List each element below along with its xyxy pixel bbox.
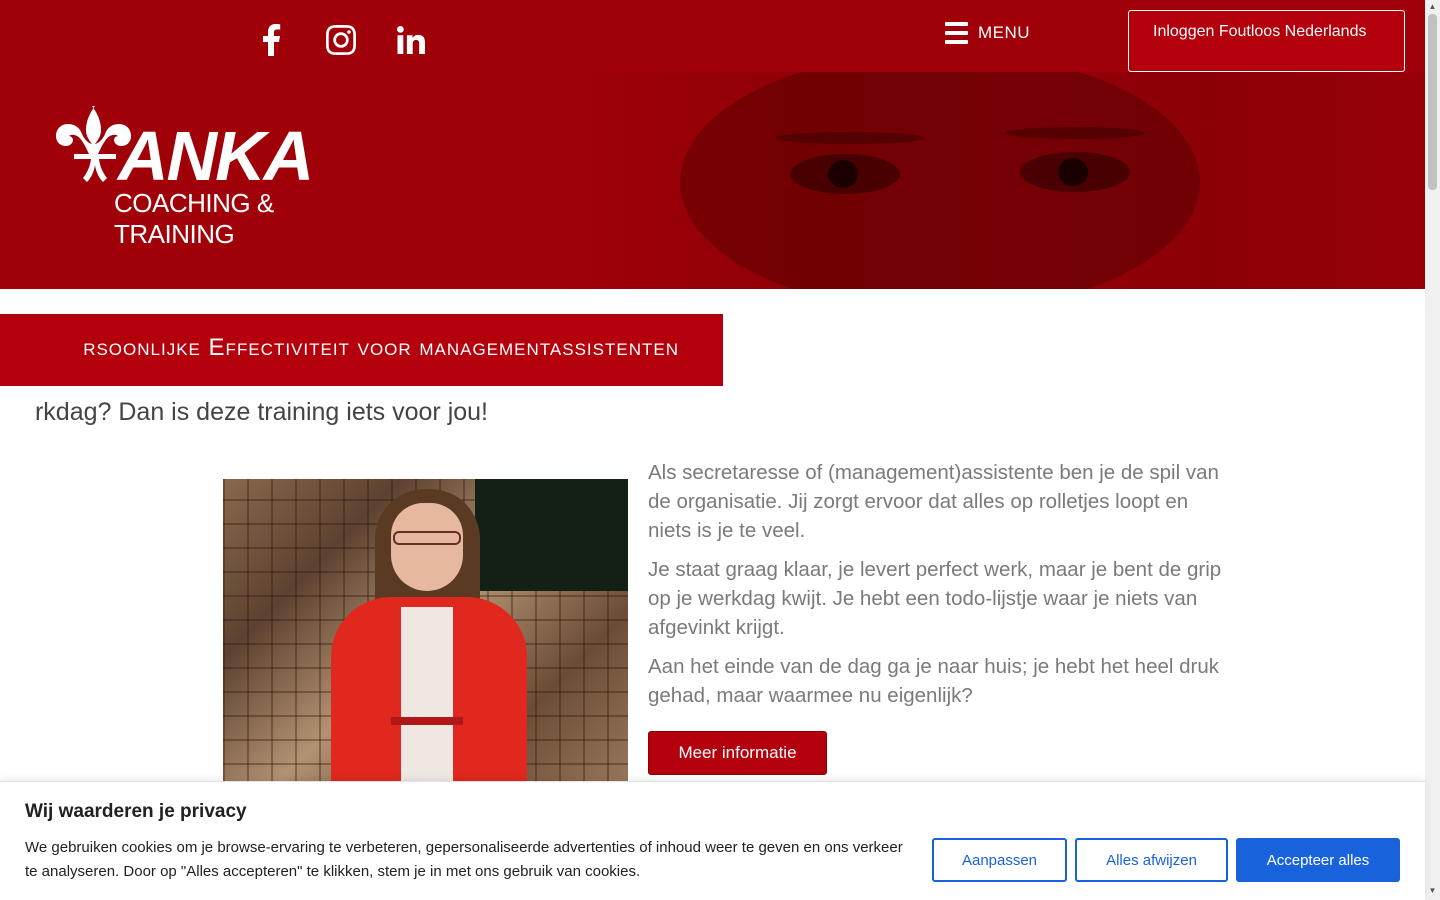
scroll-thumb[interactable] — [1428, 14, 1437, 190]
person-belt — [391, 717, 463, 725]
intro-paragraph: Aan het einde van de dag ga je naar huis… — [648, 655, 1220, 707]
site-logo[interactable]: ANKA COACHING & TRAINING — [56, 104, 396, 249]
menu-button[interactable]: MENU — [945, 22, 1030, 44]
logo-wordmark: ANKA — [118, 117, 314, 195]
person-glasses — [393, 531, 461, 545]
cookie-customize-button[interactable]: Aanpassen — [932, 838, 1067, 882]
intro-paragraph: Als secretaresse of (management)assisten… — [648, 461, 1219, 542]
trainer-photo — [223, 479, 628, 789]
more-info-button[interactable]: Meer informatie — [648, 731, 827, 775]
page-title-banner: rsoonlijke Effectiviteit voor management… — [0, 314, 723, 386]
cookie-title: Wij waarderen je privacy — [25, 801, 247, 822]
scroll-down-arrow-icon[interactable]: ▼ — [1425, 884, 1440, 898]
login-foutloos-nederlands-button[interactable]: Inloggen Foutloos Nederlands — [1128, 10, 1405, 72]
cookie-reject-all-button[interactable]: Alles afwijzen — [1075, 838, 1228, 882]
facebook-icon[interactable] — [253, 22, 289, 58]
person-white-dress — [401, 607, 453, 789]
cookie-consent-banner: Wij waarderen je privacy We gebruiken co… — [0, 781, 1425, 900]
scroll-up-arrow-icon[interactable]: ▲ — [1425, 0, 1440, 14]
linkedin-icon[interactable] — [393, 22, 429, 58]
page-subtitle: rkdag? Dan is deze training iets voor jo… — [34, 398, 488, 426]
menu-label: MENU — [978, 23, 1031, 42]
page-title: rsoonlijke Effectiviteit voor management… — [83, 334, 679, 361]
eyebrow-right — [1005, 127, 1145, 139]
hero-background-image — [560, 52, 1425, 289]
eye-right — [1020, 152, 1130, 192]
instagram-icon[interactable] — [323, 22, 359, 58]
person-face — [391, 503, 463, 591]
cookie-accept-all-button[interactable]: Accepteer alles — [1236, 838, 1400, 882]
intro-paragraph: Je staat graag klaar, je levert perfect … — [648, 558, 1222, 639]
page-scrollbar[interactable]: ▲ ▼ — [1425, 0, 1440, 900]
tv-screen — [475, 479, 628, 591]
eyebrow-left — [775, 132, 925, 144]
page: MENU Inloggen Foutloos Nederlands ANKA C… — [0, 0, 1440, 900]
hamburger-icon — [945, 22, 968, 44]
cookie-description: We gebruiken cookies om je browse-ervari… — [25, 839, 903, 880]
site-header: MENU Inloggen Foutloos Nederlands ANKA C… — [0, 0, 1425, 289]
intro-text: Als secretaresse of (management)assisten… — [648, 458, 1228, 720]
logo-tagline: COACHING & TRAINING — [114, 188, 274, 249]
eye-left — [790, 154, 900, 194]
